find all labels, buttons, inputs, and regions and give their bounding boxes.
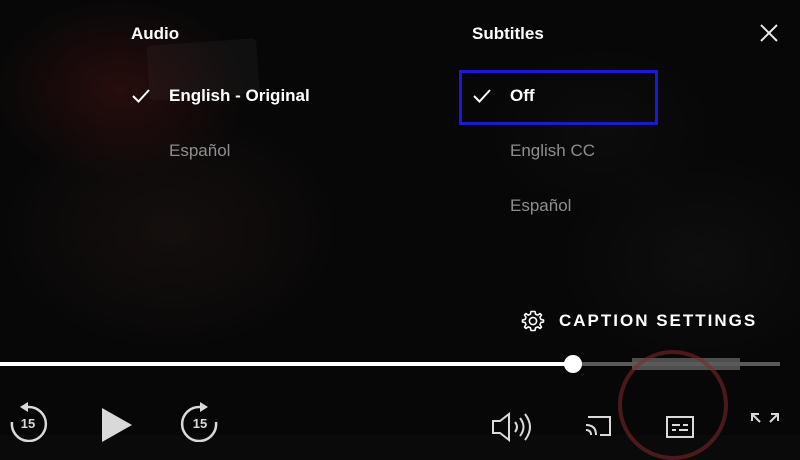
play-icon — [102, 408, 132, 442]
fullscreen-button[interactable] — [750, 412, 780, 438]
fullscreen-icon — [751, 413, 779, 423]
audio-option-espanol[interactable]: Español — [169, 141, 230, 161]
volume-button[interactable] — [491, 412, 537, 442]
cast-button[interactable] — [584, 413, 614, 437]
play-button[interactable] — [100, 406, 136, 442]
audio-title: Audio — [131, 24, 180, 43]
check-icon — [131, 86, 151, 106]
skip-forward-seconds: 15 — [192, 416, 208, 431]
skip-back-seconds: 15 — [20, 416, 36, 431]
subtitles-title: Subtitles — [472, 24, 544, 43]
skip-forward-button[interactable]: 15 — [178, 402, 222, 442]
check-icon — [472, 86, 492, 106]
subtitle-option-off[interactable]: Off — [510, 86, 535, 106]
subtitle-option-espanol[interactable]: Español — [510, 196, 571, 216]
progress-thumb[interactable] — [564, 355, 582, 373]
caption-settings-label: CAPTION SETTINGS — [559, 311, 758, 330]
progress-played — [0, 362, 573, 366]
gear-icon — [521, 310, 545, 332]
caption-settings-button[interactable]: CAPTION SETTINGS — [521, 308, 757, 334]
cast-icon — [585, 416, 611, 436]
skip-back-button[interactable]: 15 — [6, 402, 50, 442]
video-background-ring — [618, 350, 728, 460]
close-icon — [760, 24, 778, 42]
audio-option-english-original[interactable]: English - Original — [169, 86, 310, 106]
volume-icon — [492, 412, 531, 442]
close-button[interactable] — [758, 22, 780, 44]
subtitle-option-english-cc[interactable]: English CC — [510, 141, 595, 161]
